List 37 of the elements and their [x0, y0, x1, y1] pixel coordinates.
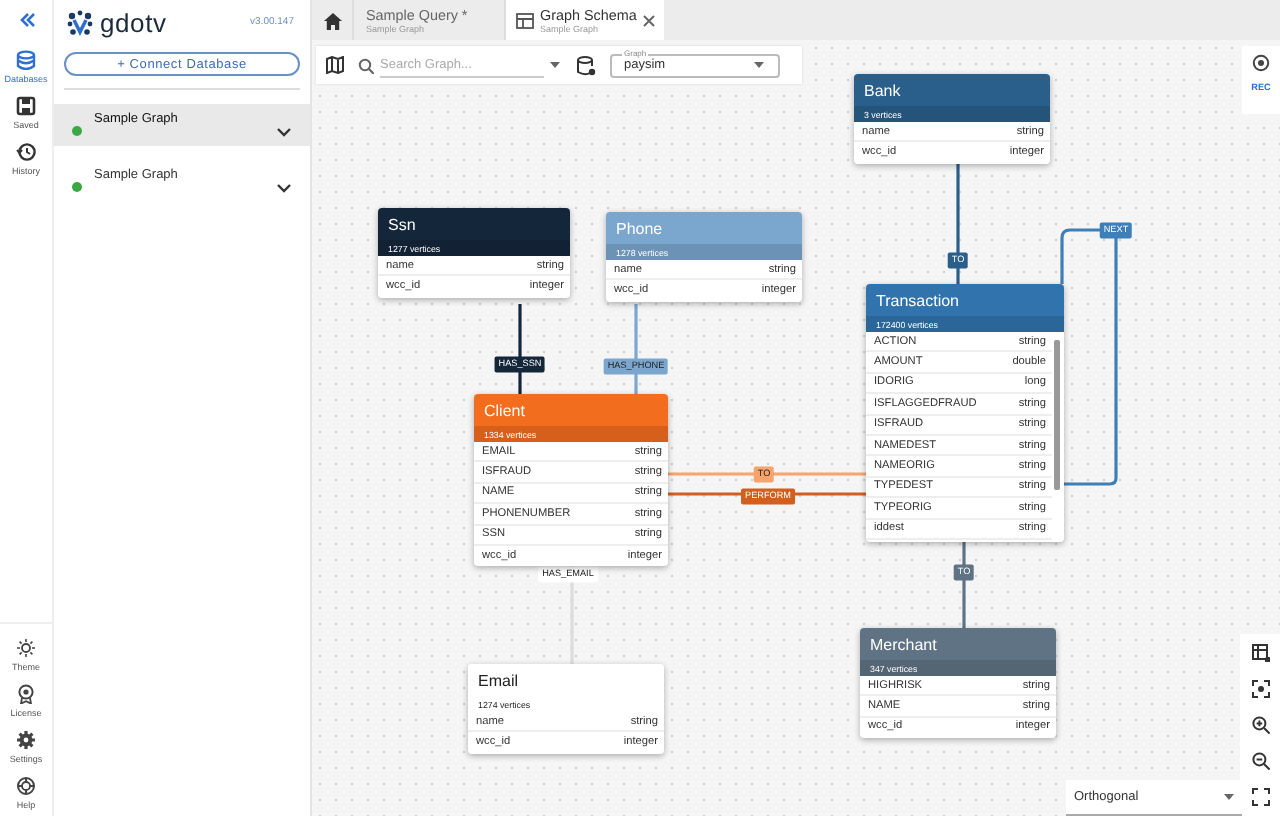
fullscreen-icon[interactable] [1251, 788, 1269, 807]
target-icon[interactable] [1252, 54, 1270, 72]
logo-icon [66, 9, 94, 35]
app-logo-text: gdotv [100, 7, 167, 37]
caret-icon [754, 62, 764, 68]
table-settings-icon[interactable] [1251, 643, 1269, 662]
caret-icon [550, 62, 560, 68]
settings-icon [16, 730, 36, 750]
sun-icon [16, 638, 36, 658]
caret-icon [1224, 794, 1234, 800]
chevron-down-icon[interactable] [276, 126, 292, 138]
database-icon [16, 50, 36, 70]
node-title: Client [484, 402, 527, 420]
zoom-out-icon[interactable] [1251, 752, 1269, 771]
history-icon [16, 142, 36, 162]
award-icon [16, 684, 36, 704]
fit-view-icon[interactable] [1251, 679, 1269, 698]
zoom-in-icon[interactable] [1251, 715, 1269, 734]
node-title: Merchant [870, 636, 939, 654]
edge-line [518, 304, 522, 394]
node-title: Transaction [876, 292, 961, 310]
node-title: Ssn [388, 216, 418, 234]
help-icon [16, 776, 36, 796]
collapse-icon[interactable] [16, 10, 36, 30]
database-settings-icon[interactable] [576, 55, 596, 75]
save-icon [16, 96, 36, 116]
node-title: Email [478, 672, 521, 690]
scrollbar[interactable] [1054, 340, 1060, 490]
chevron-down-icon[interactable] [276, 182, 292, 194]
map-icon[interactable] [326, 56, 344, 74]
search-icon [358, 57, 374, 73]
close-icon[interactable] [642, 13, 657, 27]
edge-line [956, 164, 960, 284]
schema-icon [516, 11, 534, 29]
node-title: Phone [616, 220, 665, 238]
home-icon [323, 11, 341, 29]
node-title: Bank [864, 82, 903, 100]
